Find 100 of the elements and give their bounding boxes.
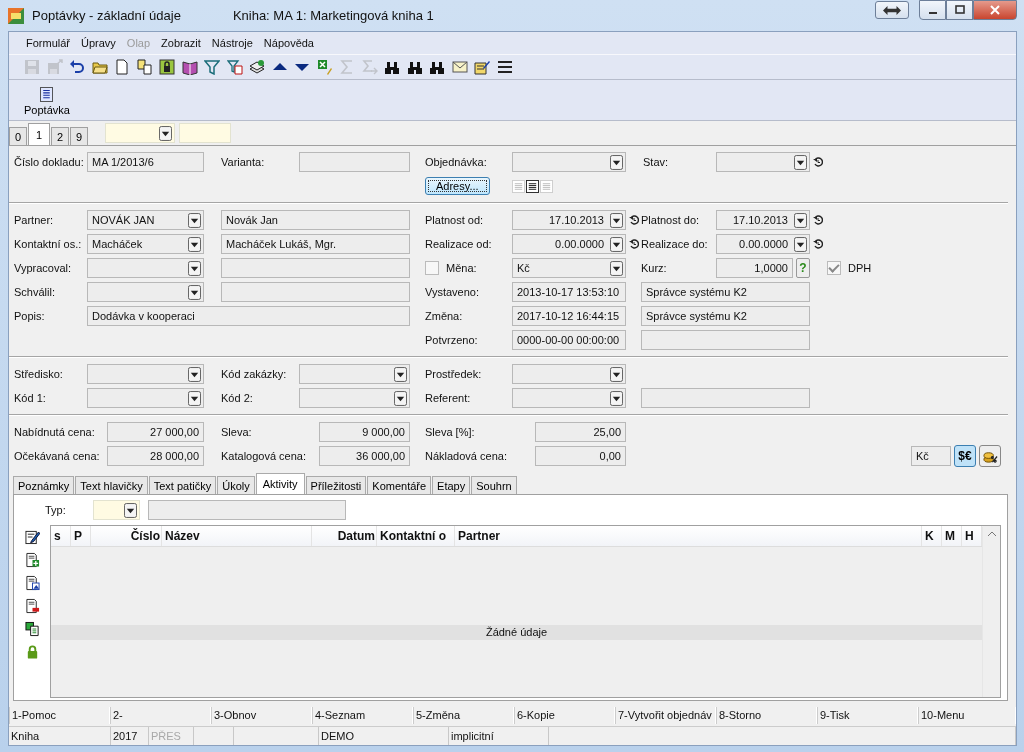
dropdown-field[interactable]: Macháček — [87, 234, 204, 254]
notepad-icon[interactable] — [474, 59, 490, 75]
page-icon[interactable] — [114, 59, 130, 75]
text-field[interactable]: Správce systému K2 — [641, 282, 810, 302]
copy-icon[interactable] — [136, 59, 153, 75]
menu-item[interactable]: Nástroje — [210, 37, 254, 49]
text-field[interactable]: 0000-00-00 00:00:00 — [512, 330, 626, 350]
addresses-button[interactable]: Adresy... — [425, 177, 490, 195]
add-document-icon[interactable] — [24, 552, 40, 568]
text-field[interactable]: 25,00 — [535, 422, 626, 442]
dropdown-field[interactable]: 0.00.0000 — [512, 234, 626, 254]
dropdown-field[interactable] — [87, 258, 204, 278]
dropdown-field[interactable]: 17.10.2013 — [716, 210, 810, 230]
binoculars-icon[interactable] — [406, 59, 423, 75]
detail-tab[interactable]: Poznámky — [13, 476, 75, 494]
coins-percent-button[interactable] — [979, 445, 1001, 467]
text-field[interactable] — [147, 500, 346, 520]
column-header[interactable]: H — [962, 526, 982, 546]
dropdown-field[interactable] — [512, 364, 626, 384]
text-field[interactable] — [221, 282, 410, 302]
menu-icon[interactable] — [496, 59, 513, 75]
resize-button[interactable] — [875, 1, 909, 19]
text-field[interactable] — [221, 258, 410, 278]
text-field[interactable]: 9 000,00 — [319, 422, 410, 442]
dropdown-field[interactable] — [87, 282, 204, 302]
text-field[interactable]: MA 1/2013/6 — [87, 152, 204, 172]
column-header[interactable]: Partner — [455, 526, 922, 546]
filter-icon[interactable] — [204, 59, 220, 75]
dropdown-field[interactable] — [716, 152, 810, 172]
text-field[interactable] — [179, 123, 231, 143]
dropdown-field[interactable]: NOVÁK JAN — [87, 210, 204, 230]
edit-icon[interactable] — [24, 529, 40, 545]
page-tab[interactable]: 0 — [9, 127, 27, 145]
column-header[interactable]: Číslo — [91, 526, 162, 546]
function-key[interactable]: 2- — [110, 707, 211, 724]
text-field[interactable] — [299, 152, 410, 172]
function-key[interactable]: 4-Seznam — [312, 707, 413, 724]
dropdown-field[interactable]: 0.00.0000 — [716, 234, 810, 254]
dropdown-field[interactable] — [87, 388, 204, 408]
filter-page-icon[interactable] — [226, 59, 243, 75]
detail-tab[interactable]: Etapy — [432, 476, 471, 494]
currency-button[interactable]: $€ — [954, 445, 976, 467]
checkbox[interactable] — [425, 261, 439, 275]
close-button[interactable] — [973, 0, 1017, 20]
detail-tab[interactable]: Příležitosti — [305, 476, 367, 494]
text-field[interactable]: Správce systému K2 — [641, 306, 810, 326]
dropdown-field[interactable] — [105, 123, 175, 143]
binoculars-icon[interactable] — [384, 59, 400, 75]
history-icon[interactable] — [813, 239, 823, 249]
help-button[interactable]: ? — [796, 258, 810, 278]
function-key[interactable]: 3-Obnov — [211, 707, 312, 724]
column-header[interactable]: M — [942, 526, 962, 546]
text-align-icon[interactable] — [526, 179, 539, 193]
page-tab[interactable]: 2 — [51, 127, 69, 145]
detail-tab[interactable]: Aktivity — [255, 473, 305, 494]
mail-icon[interactable] — [451, 59, 468, 75]
column-header[interactable]: P — [71, 526, 91, 546]
function-key[interactable]: 6-Kopie — [514, 707, 615, 724]
remove-document-icon[interactable] — [24, 598, 40, 614]
function-key[interactable]: 9-Tisk — [817, 707, 918, 724]
menu-item[interactable]: Úpravy — [80, 37, 117, 49]
dropdown-field[interactable] — [299, 388, 410, 408]
text-field[interactable]: 1,0000 — [716, 258, 793, 278]
function-key[interactable]: 5-Změna — [413, 707, 514, 724]
text-field[interactable]: 2013-10-17 13:53:10 — [512, 282, 626, 302]
dropdown-field[interactable]: 17.10.2013 — [512, 210, 626, 230]
undo-icon[interactable] — [69, 59, 85, 75]
text-field[interactable]: 36 000,00 — [319, 446, 410, 466]
text-field[interactable]: Novák Jan — [221, 210, 410, 230]
dropdown-field[interactable]: Kč — [512, 258, 626, 278]
function-key[interactable]: 8-Storno — [716, 707, 817, 724]
text-field[interactable] — [641, 388, 810, 408]
dropdown-field[interactable] — [299, 364, 410, 384]
text-field[interactable]: 28 000,00 — [107, 446, 204, 466]
column-header[interactable]: K — [922, 526, 942, 546]
text-field[interactable]: Macháček Lukáš, Mgr. — [221, 234, 410, 254]
lock-icon[interactable] — [159, 59, 175, 75]
menu-item[interactable]: Formulář — [25, 37, 71, 49]
dropdown-field[interactable] — [87, 364, 204, 384]
minimize-button[interactable] — [919, 0, 946, 20]
text-field[interactable]: Dodávka v kooperaci — [87, 306, 410, 326]
text-field[interactable]: 27 000,00 — [107, 422, 204, 442]
stack-icon[interactable] — [249, 59, 265, 75]
menu-item[interactable]: Zobrazit — [160, 37, 202, 49]
maximize-button[interactable] — [946, 0, 973, 20]
scroll-up-icon[interactable] — [987, 531, 996, 536]
detail-tab[interactable]: Úkoly — [217, 476, 255, 494]
text-field[interactable]: 2017-10-12 16:44:15 — [512, 306, 626, 326]
text-field[interactable]: Kč — [911, 446, 951, 466]
function-key[interactable]: 7-Vytvořit objednáv — [615, 707, 716, 724]
column-header[interactable]: Název — [162, 526, 312, 546]
detail-tab[interactable]: Souhrn — [471, 476, 517, 494]
ribbon-button[interactable]: Poptávka — [24, 87, 70, 116]
text-field[interactable] — [641, 330, 810, 350]
history-icon[interactable] — [629, 239, 639, 249]
menu-item[interactable]: Nápověda — [262, 37, 315, 49]
dropdown-field[interactable] — [92, 500, 140, 520]
history-icon[interactable] — [813, 157, 823, 167]
detail-tab[interactable]: Text hlavičky — [75, 476, 148, 494]
column-header[interactable]: s — [51, 526, 71, 546]
